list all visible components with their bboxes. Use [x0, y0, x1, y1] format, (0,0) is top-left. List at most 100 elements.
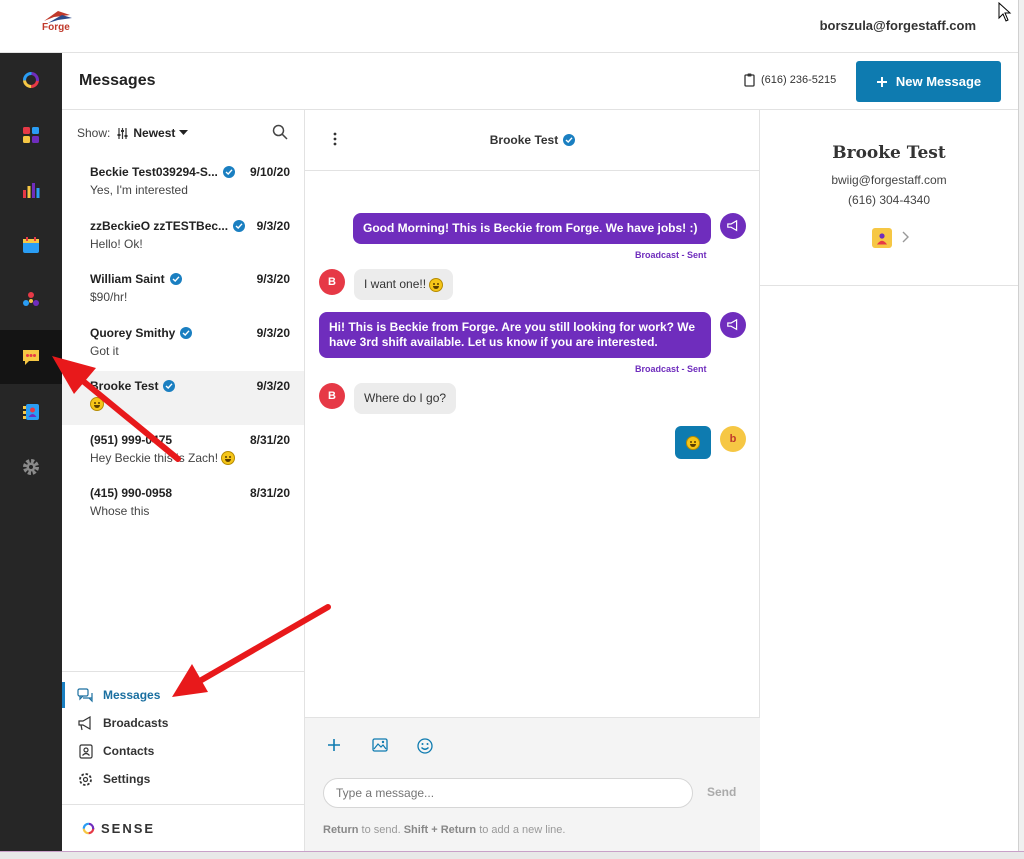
new-message-button[interactable]: New Message: [856, 61, 1001, 102]
broadcast-megaphone-icon: [720, 213, 746, 239]
contact-phone[interactable]: (616) 304-4340: [760, 193, 1018, 207]
megaphone-icon: [78, 715, 91, 730]
conversation-list: Beckie Test039294-S... 9/10/20 Yes, I'm …: [62, 157, 304, 532]
verified-icon: [233, 219, 246, 232]
rail-item-analytics[interactable]: [0, 163, 62, 217]
rail-item-contacts[interactable]: [0, 385, 62, 439]
contact-email[interactable]: bwiig@forgestaff.com: [760, 173, 1018, 187]
conversation-preview: Yes, I'm interested: [90, 183, 188, 197]
conversation-item[interactable]: (415) 990-0958 8/31/20 Whose this: [62, 478, 304, 532]
nav-broadcasts-label: Broadcasts: [103, 716, 169, 730]
broadcast-megaphone-icon: [720, 312, 746, 338]
conversation-name-text: Beckie Test039294-S...: [90, 165, 218, 179]
message-status: Broadcast - Sent: [635, 250, 707, 260]
logo-text: Forge: [42, 22, 70, 33]
conversation-name: William Saint: [90, 272, 182, 286]
new-message-label: New Message: [895, 74, 982, 89]
nav-settings[interactable]: Settings: [77, 769, 150, 789]
conversation-item[interactable]: William Saint 9/3/20 $90/hr!: [62, 264, 304, 318]
nav-contacts[interactable]: Contacts: [77, 741, 154, 761]
conversation-date: 9/3/20: [256, 218, 290, 233]
dashboard-icon: [23, 127, 39, 143]
conversation-name: (415) 990-0958: [90, 486, 172, 500]
chat-panel: Brooke Test Good Morning! This is Beckie…: [305, 110, 760, 851]
user-email[interactable]: borszula@forgestaff.com: [820, 18, 976, 33]
laughing-emoji-icon: [429, 277, 444, 292]
conversation-item[interactable]: zzBeckieO zzTESTBec... 9/3/20 Hello! Ok!: [62, 211, 304, 265]
conversation-preview: $90/hr!: [90, 290, 128, 304]
rail-item-settings[interactable]: [0, 440, 62, 494]
composer-hint: Return to send. Shift + Return to add a …: [323, 824, 565, 836]
conversation-name: Brooke Test: [90, 379, 176, 393]
conversation-name-text: Quorey Smithy: [90, 325, 176, 340]
hint-key-return: Return: [323, 824, 359, 836]
contact-details-panel: Brooke Test bwiig@forgestaff.com (616) 3…: [760, 110, 1018, 851]
rail-item-calendar[interactable]: [0, 218, 62, 272]
sense-footer: SENSE: [62, 804, 304, 851]
conversation-item[interactable]: (951) 999-0475 8/31/20 Hey Beckie this i…: [62, 425, 304, 479]
conversation-date: 9/10/20: [249, 165, 290, 179]
messaging-icon: [23, 350, 39, 365]
caret-down-icon: [179, 130, 189, 135]
sort-dropdown[interactable]: Newest: [116, 126, 189, 140]
plus-icon: [876, 76, 887, 87]
incoming-message: I want one!!: [354, 269, 454, 300]
conversation-date: 9/3/20: [256, 325, 290, 340]
analytics-icon: [23, 183, 40, 198]
contact-profile-icon[interactable]: [872, 228, 892, 248]
page-header: Messages (616) 236-5215 New Message: [62, 53, 1018, 110]
conversation-name: zzBeckieO zzTESTBec...: [90, 219, 246, 233]
conversation-item-selected[interactable]: Brooke Test 9/3/20: [62, 371, 304, 425]
conversation-name-text: (415) 990-0958: [90, 486, 173, 500]
image-icon[interactable]: [372, 738, 388, 752]
integrations-icon: [23, 292, 39, 306]
window-scrollbar[interactable]: [1018, 0, 1024, 851]
business-phone[interactable]: (616) 236-5215: [744, 73, 836, 87]
verified-icon: [222, 166, 235, 178]
avatar: b: [720, 426, 746, 452]
forge-logo[interactable]: Forge: [40, 9, 74, 39]
conversation-preview: Got it: [90, 343, 119, 358]
send-button[interactable]: Send: [707, 785, 736, 799]
message-input[interactable]: [323, 778, 693, 808]
conversation-list-panel: Show: Newest Beckie Test039294-S... 9/10…: [62, 110, 305, 851]
show-label: Show:: [77, 126, 111, 140]
rail-item-dashboard[interactable]: [0, 108, 62, 162]
rail-item-home[interactable]: [0, 53, 62, 107]
rail-item-integrations[interactable]: [0, 273, 62, 327]
nav-broadcasts[interactable]: Broadcasts: [77, 713, 168, 733]
search-icon[interactable]: [272, 124, 288, 140]
mouse-cursor-icon: [998, 2, 1012, 22]
active-nav-indicator: [62, 682, 65, 708]
contact-name: Brooke Test: [832, 143, 946, 163]
outgoing-message: Good Morning! This is Beckie from Forge.…: [353, 213, 711, 244]
nav-messages[interactable]: Messages: [77, 685, 160, 705]
verified-icon: [563, 134, 576, 146]
conversation-name-text: (951) 999-0475: [90, 432, 173, 447]
contact-card-icon: [79, 743, 93, 759]
chat-header: Brooke Test: [305, 110, 760, 171]
emoji-picker-icon[interactable]: [417, 738, 433, 754]
conversation-name-text: William Saint: [90, 272, 165, 286]
add-attachment-icon[interactable]: [327, 738, 341, 752]
conversation-item[interactable]: Quorey Smithy 9/3/20 Got it: [62, 318, 304, 372]
chevron-right-icon[interactable]: [901, 231, 909, 243]
conversation-item[interactable]: Beckie Test039294-S... 9/10/20 Yes, I'm …: [62, 157, 304, 211]
rail-item-messaging[interactable]: [0, 330, 62, 384]
message-status: Broadcast - Sent: [635, 364, 707, 374]
conversation-preview-text: Hey Beckie this is Zach!: [90, 450, 219, 465]
chat-contact-name-text: Brooke Test: [489, 133, 559, 147]
contacts-icon: [23, 404, 39, 420]
sliders-icon: [117, 127, 128, 139]
conversation-date: 8/31/20: [249, 432, 290, 447]
conversation-name-text: Brooke Test: [90, 379, 159, 393]
app-window: Forge borszula@forgestaff.com Messages (…: [0, 0, 1024, 859]
sense-brand: SENSE: [101, 820, 156, 836]
gear-icon: [79, 772, 92, 786]
avatar: B: [319, 269, 345, 295]
conversation-preview: Hello! Ok!: [90, 236, 143, 251]
incoming-message: Where do I go?: [354, 383, 457, 414]
conversation-name: Beckie Test039294-S...: [90, 165, 235, 179]
sort-filter: Show: Newest: [77, 125, 292, 141]
outgoing-message: Hi! This is Beckie from Forge. Are you s…: [319, 312, 711, 358]
